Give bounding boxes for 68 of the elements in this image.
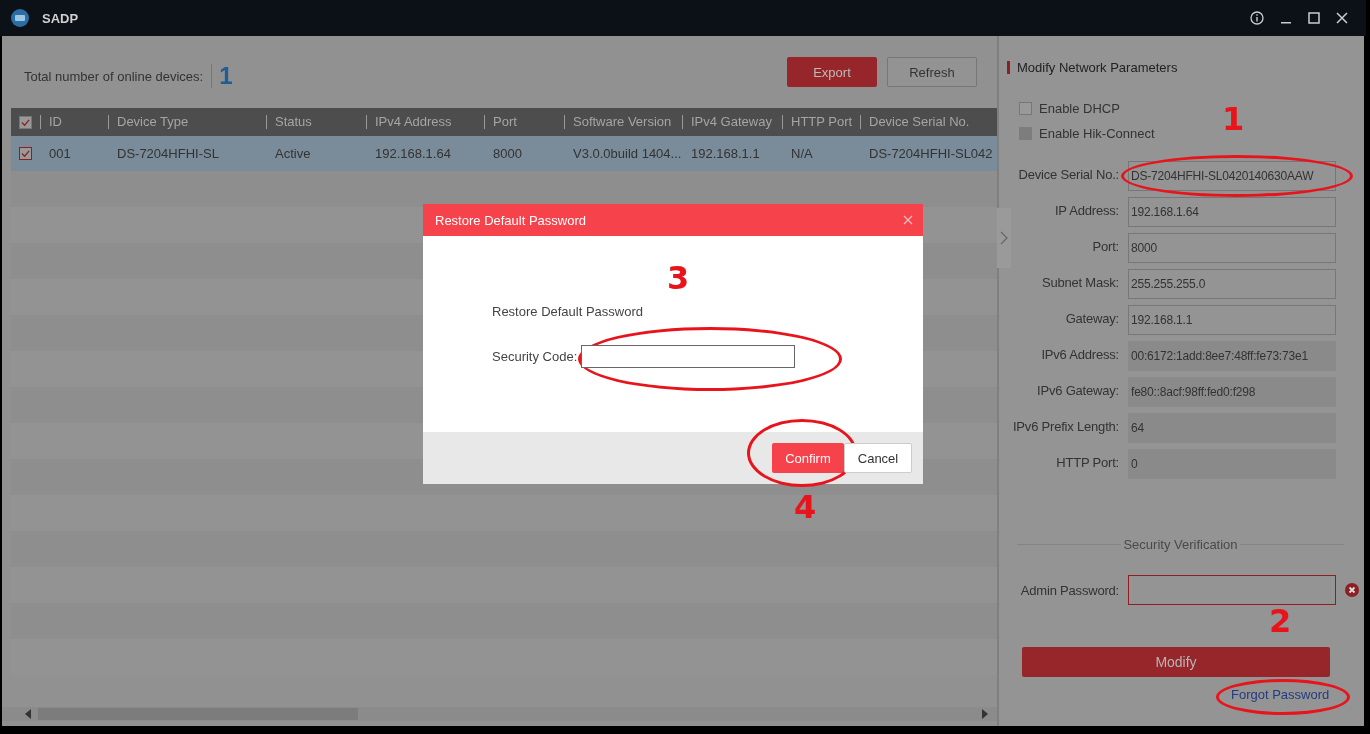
input-field[interactable]: 8000 [1128, 233, 1336, 263]
dialog-heading: Restore Default Password [492, 304, 643, 319]
modify-button[interactable]: Modify [1022, 647, 1330, 677]
field-label: Security Code: [492, 349, 578, 364]
column-header[interactable]: Status [275, 115, 312, 129]
close-icon[interactable] [1336, 12, 1348, 24]
column-header[interactable]: IPv4 Gateway [691, 115, 772, 129]
option-label: Enable Hik-Connect [1039, 126, 1155, 141]
app-logo-icon [10, 8, 30, 28]
column-header[interactable]: HTTP Port [791, 115, 853, 129]
input-field[interactable]: 255.255.255.0 [1128, 269, 1336, 299]
error-icon [1345, 583, 1359, 597]
password-field[interactable] [1128, 575, 1336, 605]
scroll-left-icon[interactable] [24, 709, 32, 719]
annotation-number: 4 [794, 491, 817, 523]
table-cell: 8000 [493, 146, 522, 161]
table-cell: DS-7204HFHI-SL042 [869, 146, 993, 161]
collapse-handle[interactable] [997, 208, 1011, 268]
device-count: 1 [211, 64, 233, 88]
input-field[interactable]: 192.168.1.64 [1128, 197, 1336, 227]
dialog-title: Restore Default Password [435, 212, 586, 228]
column-header[interactable]: ID [49, 115, 62, 129]
field-label: IPv6 Prefix Length: [1011, 418, 1119, 434]
annotation-number: 3 [667, 262, 690, 294]
maximize-icon[interactable] [1308, 12, 1320, 24]
field-label: Gateway: [1064, 310, 1119, 326]
row-checkbox[interactable] [19, 147, 32, 160]
security-code-field[interactable] [581, 345, 796, 368]
dialog-button[interactable]: Cancel [844, 443, 912, 473]
field-label: Device Serial No.: [1017, 166, 1119, 182]
field-label: IP Address: [1053, 202, 1119, 218]
annotation-number: 2 [1269, 605, 1292, 637]
forgot-password-link[interactable]: Forgot Password [1231, 687, 1330, 702]
horizontal-scrollbar[interactable] [2, 707, 997, 721]
select-all-checkbox[interactable] [19, 115, 32, 129]
section-title: Security Verification [1123, 537, 1238, 552]
device-row[interactable]: 001 DS-7204HFHI-SL Active 192.168.1.64 8000 V3.0.0build 1404... 192.168.1.1 N/A DS-7204HFHI-SL042 [11, 136, 997, 171]
info-icon[interactable] [1250, 11, 1264, 25]
table-cell: Active [275, 146, 311, 161]
field-label: IPv6 Gateway: [1036, 382, 1119, 398]
dialog-button[interactable]: Confirm [772, 443, 844, 473]
toolbar-button[interactable]: Refresh [887, 57, 977, 87]
column-header[interactable]: Port [493, 115, 517, 129]
table-cell: DS-7204HFHI-SL [117, 146, 219, 161]
window-title: SADP [42, 10, 79, 26]
table-cell: N/A [791, 146, 813, 161]
option-label: Enable DHCP [1039, 101, 1120, 116]
table-cell: 001 [49, 146, 71, 161]
option-checkbox[interactable] [1019, 102, 1032, 115]
column-header[interactable]: Device Type [117, 115, 189, 129]
column-header[interactable]: Device Serial No. [869, 115, 970, 129]
annotation-number: 1 [1222, 103, 1245, 135]
input-field[interactable]: DS-7204HFHI-SL0420140630AAW [1128, 161, 1336, 191]
scroll-right-icon[interactable] [981, 709, 989, 719]
panel-title: Modify Network Parameters [1017, 60, 1178, 75]
table-cell: 192.168.1.1 [691, 146, 760, 161]
field-label: Subnet Mask: [1040, 274, 1119, 290]
field-label: Port: [1091, 238, 1119, 254]
field-label: IPv6 Address: [1040, 346, 1119, 362]
column-header[interactable]: IPv4 Address [375, 115, 452, 129]
field-label: HTTP Port: [1055, 454, 1119, 470]
toolbar-button[interactable]: Export [787, 57, 877, 87]
field-label: Admin Password: [1019, 582, 1119, 598]
table-cell: V3.0.0build 1404... [573, 146, 682, 161]
input-field[interactable]: 192.168.1.1 [1128, 305, 1336, 335]
device-count-label: Total number of online devices: [24, 68, 204, 84]
column-header[interactable]: Software Version [573, 115, 672, 129]
table-cell: 192.168.1.64 [375, 146, 451, 161]
